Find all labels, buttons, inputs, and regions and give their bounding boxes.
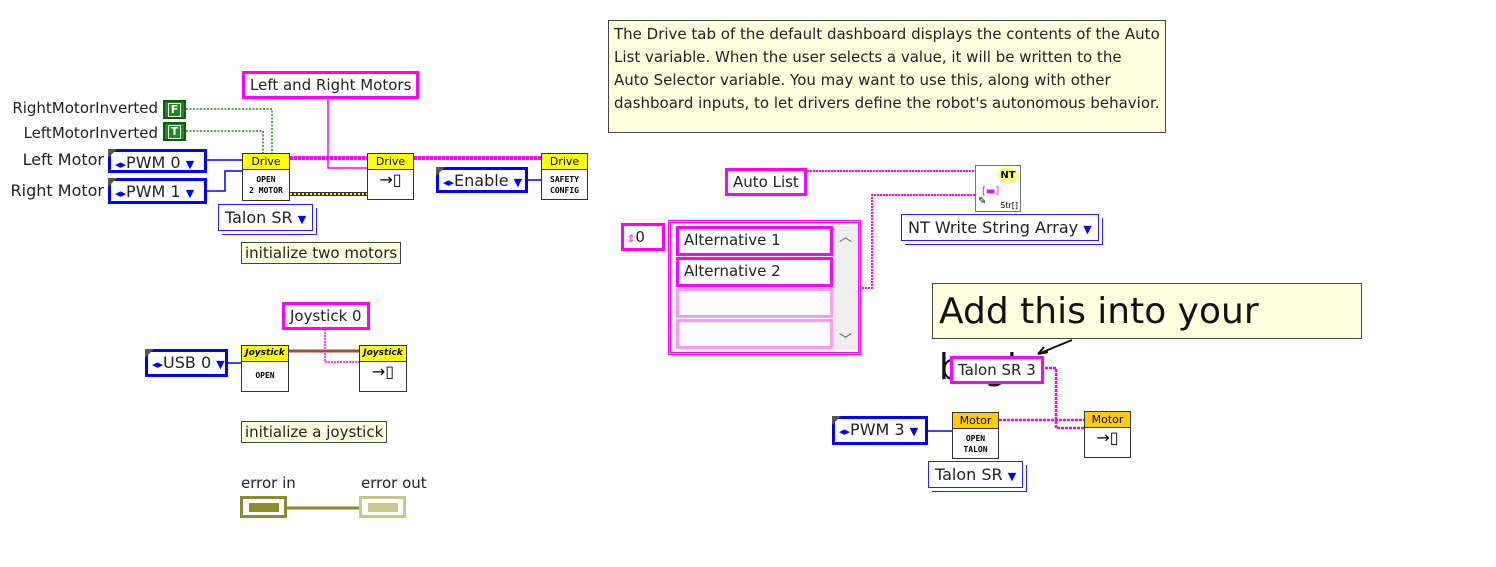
motor-open-talon-vi[interactable]: Motor OPEN TALON <box>952 412 999 459</box>
callout-label: Add this into your begin <box>932 283 1362 388</box>
drive-motor-type-ring[interactable]: Talon SR ▼ <box>218 204 314 231</box>
error-out-label: error out <box>361 474 427 492</box>
list-item[interactable]: Alternative 1 <box>676 226 833 256</box>
drive-comment: initialize two motors <box>241 242 402 264</box>
bool-wire <box>186 108 273 153</box>
usb-control[interactable]: ◂▸USB 0 ▼ <box>145 349 228 377</box>
callout-arrow <box>1037 339 1073 355</box>
auto-list-label: Auto List <box>725 168 807 196</box>
error-in-terminal[interactable] <box>240 496 287 518</box>
right-motor-control[interactable]: ◂▸PWM 1 ▼ <box>108 178 207 204</box>
error-out-terminal[interactable] <box>359 496 406 518</box>
enable-control[interactable]: ◂▸Enable ▼ <box>436 167 528 193</box>
list-item[interactable] <box>676 319 833 349</box>
left-inverted-label: LeftMotorInverted <box>23 124 158 142</box>
list-item[interactable]: Alternative 2 <box>676 257 833 287</box>
nt-write-vi[interactable]: NT [▬] ✎ Str[] <box>975 165 1021 212</box>
refnum-set-icon: →▯ <box>379 170 402 189</box>
right-motor-label: Right Motor <box>10 181 104 200</box>
left-motor-control[interactable]: ◂▸PWM 0 ▼ <box>108 149 207 173</box>
motor-set-refnum-vi[interactable]: Motor →▯ <box>1084 411 1131 458</box>
drive-safety-config-vi[interactable]: Drive SAFETY CONFIG <box>541 153 588 200</box>
list-item[interactable] <box>676 288 833 318</box>
left-inverted-constant[interactable]: T <box>163 122 186 141</box>
refnum-set-icon: →▯ <box>371 362 395 381</box>
left-motor-label: Left Motor <box>22 150 104 169</box>
right-inverted-constant[interactable]: F <box>163 100 186 119</box>
array-index-control[interactable]: ⇕0 <box>621 223 665 251</box>
pwm3-control[interactable]: ◂▸PWM 3 ▼ <box>832 416 928 445</box>
error-in-label: error in <box>241 474 296 492</box>
joystick-comment: initialize a joystick <box>241 421 388 443</box>
pencil-icon: ✎ <box>978 196 987 207</box>
talon3-motor-type-ring[interactable]: Talon SR ▼ <box>928 461 1024 488</box>
scrollbar[interactable]: ︿ ﹀ <box>834 226 857 350</box>
nt-badge: NT <box>997 167 1019 184</box>
talon3-refnum-label: Talon SR 3 <box>950 356 1044 384</box>
joystick-open-vi[interactable]: Joystick OPEN <box>241 345 289 392</box>
joystick-refnum-label: Joystick 0 <box>282 302 370 330</box>
drive-refnum-label: Left and Right Motors <box>242 71 420 99</box>
chevron-down-icon: ﹀ <box>838 333 852 348</box>
chevron-up-icon: ︿ <box>838 230 852 245</box>
joystick-set-refnum-vi[interactable]: Joystick →▯ <box>359 345 407 392</box>
drive-set-refnum-vi[interactable]: Drive →▯ <box>367 153 414 200</box>
right-inverted-label: RightMotorInverted <box>12 99 158 117</box>
drive-open-2motor-vi[interactable]: Drive OPEN 2 MOTOR <box>242 153 290 201</box>
auto-list-array: Alternative 1 Alternative 2 ︿ ﹀ <box>668 220 861 355</box>
refnum-set-icon: →▯ <box>1096 428 1119 447</box>
nt-write-type-ring[interactable]: NT Write String Array ▼ <box>901 214 1099 241</box>
comment-box: The Drive tab of the default dashboard d… <box>608 20 1166 133</box>
